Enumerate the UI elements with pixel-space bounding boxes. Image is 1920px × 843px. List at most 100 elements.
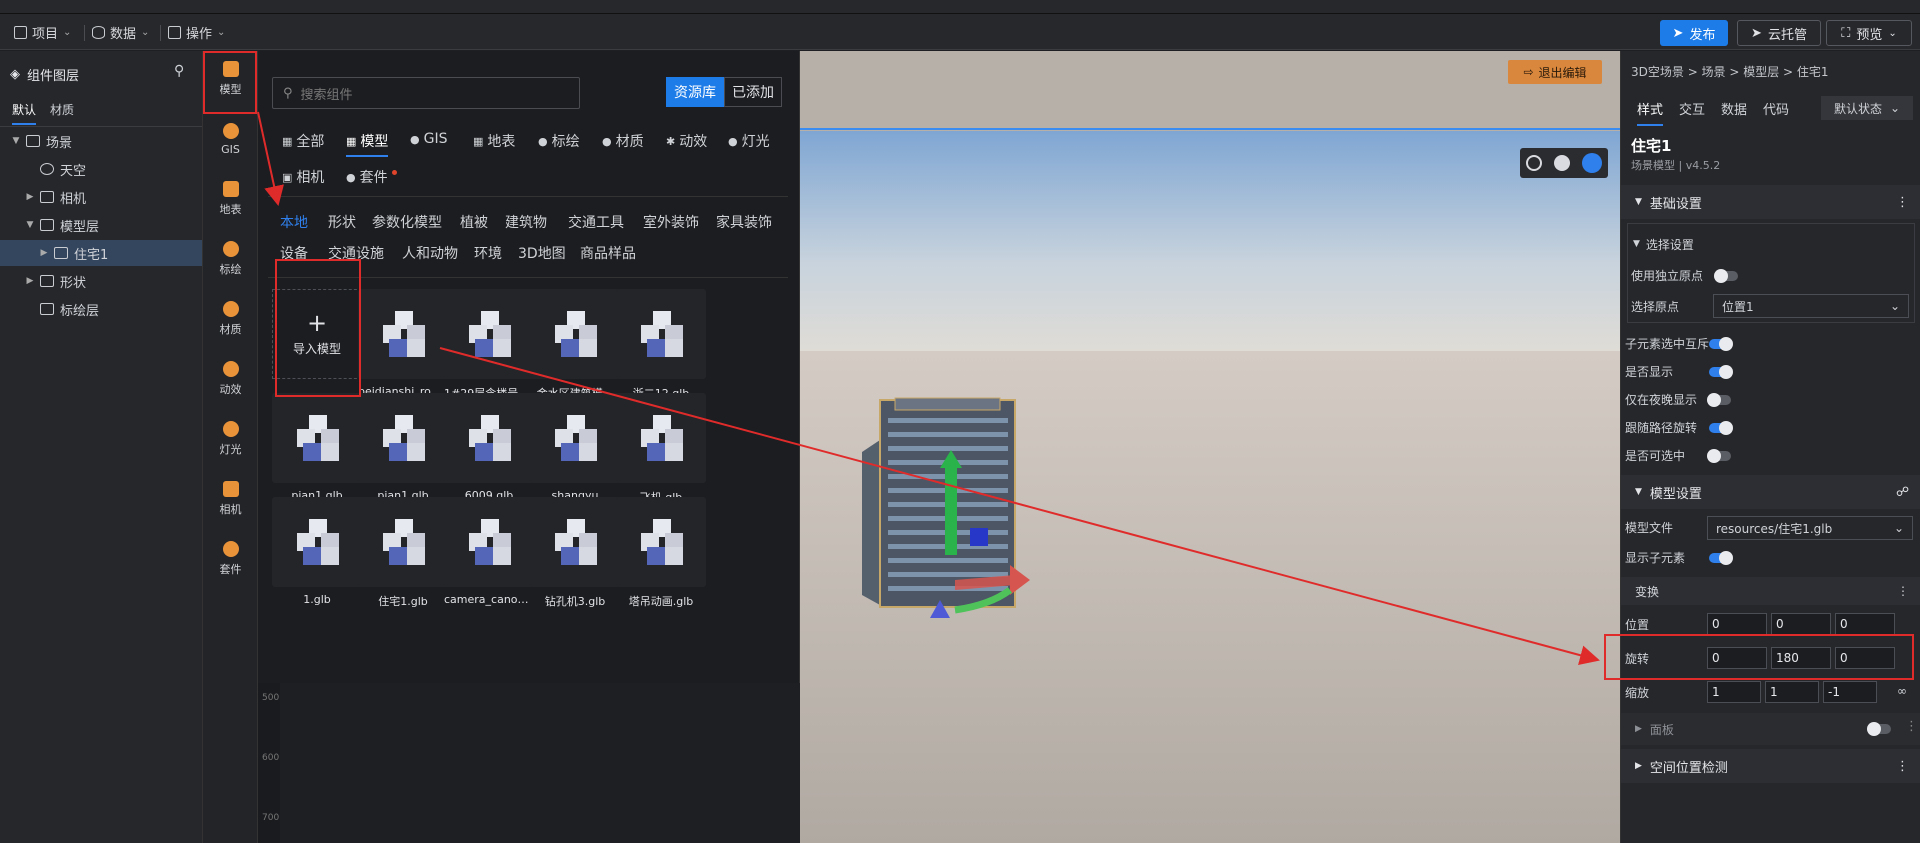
subcategory-item[interactable]: 本地 bbox=[280, 212, 308, 232]
tree-item-camera[interactable]: ▶ 相机 bbox=[0, 184, 202, 210]
rail-material[interactable]: 材质 bbox=[203, 291, 258, 347]
tab-interaction[interactable]: 交互 bbox=[1679, 99, 1705, 126]
visible-toggle[interactable] bbox=[1709, 365, 1733, 379]
state-select[interactable]: 默认状态 ⌄ bbox=[1821, 96, 1913, 120]
rail-camera[interactable]: 相机 bbox=[203, 471, 258, 527]
subcategory-item[interactable]: 室外装饰 bbox=[643, 212, 699, 232]
menu-project[interactable]: 项目 ⌄ bbox=[14, 20, 71, 44]
search-icon[interactable]: ⚲ bbox=[174, 63, 184, 79]
position-y-input[interactable]: 0 bbox=[1771, 613, 1831, 635]
section-space-detect[interactable]: ▶ 空间位置检测 ⋮ bbox=[1621, 749, 1920, 783]
terrain-icon: ▦ bbox=[473, 134, 484, 148]
tree-item-scene[interactable]: ▼ 场景 bbox=[0, 128, 202, 154]
building-model[interactable] bbox=[860, 380, 1120, 620]
subcategory-item[interactable]: 家具装饰 bbox=[716, 212, 772, 232]
tree-item-sky[interactable]: 天空 bbox=[0, 156, 202, 182]
rail-gis[interactable]: GIS bbox=[203, 111, 258, 167]
category-kit[interactable]: ● 套件 bbox=[346, 167, 397, 187]
subcategory-item[interactable]: 植被 bbox=[460, 212, 488, 232]
scale-z-input[interactable]: -1 bbox=[1823, 681, 1877, 703]
category-terrain[interactable]: ▦ 地表 bbox=[473, 131, 515, 151]
rail-kit[interactable]: 套件 bbox=[203, 531, 258, 587]
more-icon[interactable]: ⋮ bbox=[1896, 195, 1909, 210]
subcategory-item[interactable]: 人和动物 bbox=[402, 243, 458, 263]
model-card[interactable]: 塔吊动画.glb bbox=[616, 497, 706, 627]
panel-toggle[interactable] bbox=[1867, 722, 1891, 736]
tab-data[interactable]: 数据 bbox=[1721, 99, 1747, 126]
tree-item-plot-layer[interactable]: 标绘层 bbox=[0, 296, 202, 322]
sphere-icon[interactable] bbox=[1554, 155, 1570, 171]
follow-path-toggle[interactable] bbox=[1709, 421, 1733, 435]
section-basic[interactable]: ▼ 基础设置 ⋮ bbox=[1621, 185, 1920, 219]
rail-plot[interactable]: 标绘 bbox=[203, 231, 258, 287]
menu-data[interactable]: 数据 ⌄ bbox=[92, 20, 149, 44]
rotation-z-input[interactable]: 0 bbox=[1835, 647, 1895, 669]
category-effect[interactable]: ✱ 动效 bbox=[666, 131, 707, 151]
subcategory-item[interactable]: 交通设施 bbox=[328, 243, 384, 263]
subcategory-item[interactable]: 建筑物 bbox=[505, 212, 547, 232]
subcategory-item[interactable]: 环境 bbox=[474, 243, 502, 263]
tree-item-shape[interactable]: ▶ 形状 bbox=[0, 268, 202, 294]
night-only-toggle[interactable] bbox=[1707, 393, 1731, 407]
subcategory-item[interactable]: 参数化模型 bbox=[372, 212, 442, 232]
tab-material[interactable]: 材质 bbox=[50, 101, 74, 125]
tab-style[interactable]: 样式 bbox=[1637, 99, 1664, 126]
tab-resource-library[interactable]: 资源库 bbox=[666, 77, 724, 107]
position-z-input[interactable]: 0 bbox=[1835, 613, 1895, 635]
position-x-input[interactable]: 0 bbox=[1707, 613, 1767, 635]
rail-light[interactable]: 灯光 bbox=[203, 411, 258, 467]
tree-item-model-layer[interactable]: ▼ 模型层 bbox=[0, 212, 202, 238]
more-icon[interactable]: ⋮ bbox=[1905, 719, 1918, 734]
select-settings-header[interactable]: ▼ 选择设置 bbox=[1621, 231, 1920, 257]
category-plot[interactable]: ● 标绘 bbox=[538, 131, 580, 151]
section-model[interactable]: ▼ 模型设置 ☍ bbox=[1621, 475, 1920, 509]
rail-terrain[interactable]: 地表 bbox=[203, 171, 258, 227]
model-card[interactable]: 钻孔机3.glb bbox=[530, 497, 620, 627]
link-icon[interactable]: ∞ bbox=[1897, 684, 1907, 698]
subcategory-item[interactable]: 形状 bbox=[328, 212, 356, 232]
subcategory-item[interactable]: 3D地图 bbox=[518, 243, 566, 263]
publish-button[interactable]: ➤ 发布 bbox=[1660, 20, 1728, 46]
rotation-x-input[interactable]: 0 bbox=[1707, 647, 1767, 669]
more-icon[interactable]: ⋮ bbox=[1897, 584, 1909, 598]
globe-icon[interactable] bbox=[1526, 155, 1542, 171]
tab-code[interactable]: 代码 bbox=[1763, 99, 1789, 126]
tab-added[interactable]: 已添加 bbox=[724, 77, 782, 107]
subcategory-item[interactable]: 交通工具 bbox=[568, 212, 624, 232]
rail-effect[interactable]: 动效 bbox=[203, 351, 258, 407]
origin-select[interactable]: 位置1 ⌄ bbox=[1713, 294, 1909, 318]
lock-icon[interactable]: ☍ bbox=[1896, 485, 1909, 500]
preview-button[interactable]: ⛶ 预览 ⌄ bbox=[1826, 20, 1912, 46]
model-card[interactable]: camera_canon_... bbox=[444, 497, 534, 627]
model-file-select[interactable]: resources/住宅1.glb ⌄ bbox=[1707, 516, 1913, 540]
search-input[interactable]: ⚲ 搜索组件 bbox=[272, 77, 580, 109]
scale-y-input[interactable]: 1 bbox=[1765, 681, 1819, 703]
category-model[interactable]: ▦ 模型 bbox=[346, 131, 389, 157]
rail-model[interactable]: 模型 bbox=[203, 51, 258, 107]
category-light[interactable]: ● 灯光 bbox=[728, 131, 770, 151]
show-children-toggle[interactable] bbox=[1709, 551, 1733, 565]
category-material[interactable]: ● 材质 bbox=[602, 131, 644, 151]
cloud-hosting-button[interactable]: ➤ 云托管 bbox=[1737, 20, 1821, 46]
selectable-toggle[interactable] bbox=[1707, 449, 1731, 463]
category-gis[interactable]: ● GIS bbox=[410, 131, 447, 147]
subcategory-item[interactable]: 设备 bbox=[280, 243, 308, 263]
tab-default[interactable]: 默认 bbox=[12, 101, 37, 125]
model-card[interactable]: 住宅1.glb bbox=[358, 497, 448, 627]
category-camera[interactable]: ▣ 相机 bbox=[282, 167, 324, 187]
category-all[interactable]: ▦ 全部 bbox=[282, 131, 324, 151]
exit-edit-button[interactable]: ⇨ 退出编辑 bbox=[1508, 60, 1602, 84]
transform-header[interactable]: 变换 ⋮ bbox=[1621, 577, 1920, 605]
tree-item-house1[interactable]: ▶ 住宅1 bbox=[0, 240, 202, 266]
more-icon[interactable]: ⋮ bbox=[1896, 759, 1909, 774]
use-origin-toggle[interactable] bbox=[1714, 269, 1738, 283]
rotation-y-input[interactable]: 180 bbox=[1771, 647, 1831, 669]
import-model-button[interactable]: + 导入模型 bbox=[272, 289, 362, 379]
scale-x-input[interactable]: 1 bbox=[1707, 681, 1761, 703]
orbit-icon[interactable] bbox=[1582, 153, 1602, 173]
menu-operation[interactable]: 操作 ⌄ bbox=[168, 20, 225, 44]
subcategory-item[interactable]: 商品样品 bbox=[580, 243, 636, 263]
camera-icon bbox=[222, 481, 239, 497]
model-card[interactable]: 1.glb bbox=[272, 497, 362, 627]
child-mutex-toggle[interactable] bbox=[1709, 337, 1733, 351]
